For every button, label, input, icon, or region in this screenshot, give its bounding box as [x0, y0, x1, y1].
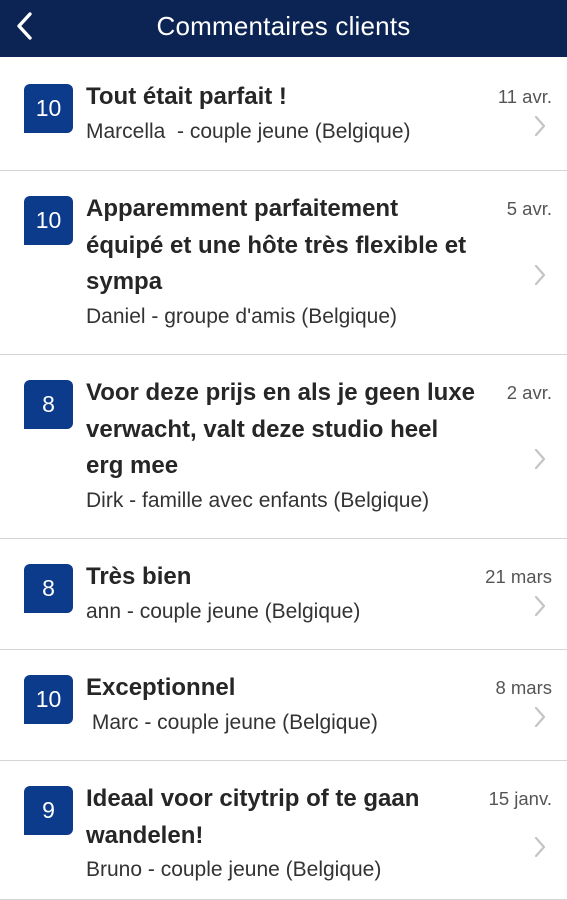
review-date: 8 mars [495, 677, 552, 698]
review-row[interactable]: 8 Très bien ann - couple jeune (Belgique… [0, 539, 567, 650]
chevron-right-icon [534, 836, 546, 858]
back-button[interactable] [8, 6, 40, 46]
score-badge: 9 [24, 786, 73, 835]
score-badge: 8 [24, 564, 73, 613]
review-row[interactable]: 10 Tout était parfait ! Marcella - coupl… [0, 57, 567, 171]
review-author: Daniel - groupe d'amis (Belgique) [86, 304, 398, 328]
review-content: Tout était parfait ! Marcella - couple j… [86, 79, 479, 147]
review-author: Bruno - couple jeune (Belgique) [86, 858, 382, 881]
chevron-right-icon [534, 595, 546, 617]
review-title: Très bien [86, 563, 192, 590]
review-title: Ideaal voor citytrip of te gaan wandelen… [86, 785, 420, 849]
review-title: Tout était parfait ! [86, 83, 287, 110]
review-date: 15 janv. [488, 788, 552, 809]
chevron-right-icon [534, 115, 546, 137]
chevron-right-icon [534, 706, 546, 728]
review-title: Voor deze prijs en als je geen luxe verw… [86, 379, 476, 479]
review-row[interactable]: 10 Apparemment parfaitement équipé et un… [0, 171, 567, 355]
score-badge: 10 [24, 84, 73, 133]
review-row[interactable]: 9 Ideaal voor citytrip of te gaan wandel… [0, 761, 567, 900]
chevron-left-icon [17, 12, 32, 40]
review-author: Dirk - famille avec enfants (Belgique) [86, 488, 430, 512]
review-content: Exceptionnel Marc - couple jeune (Belgiq… [86, 670, 479, 738]
review-content: Très bien ann - couple jeune (Belgique) [86, 559, 479, 627]
score-badge: 10 [24, 196, 73, 245]
chevron-right-icon [534, 448, 546, 470]
review-date: 21 mars [485, 566, 552, 587]
review-date: 11 avr. [497, 86, 552, 107]
review-content: Voor deze prijs en als je geen luxe verw… [86, 375, 479, 516]
page-title: Commentaires clients [156, 11, 411, 41]
score-badge: 8 [24, 380, 73, 429]
score-badge: 10 [24, 675, 73, 724]
review-author: ann - couple jeune (Belgique) [86, 599, 361, 623]
review-date: 2 avr. [506, 382, 552, 403]
review-author: Marc - couple jeune (Belgique) [86, 710, 378, 734]
review-author: Marcella - couple jeune (Belgique) [86, 119, 411, 143]
review-content: Apparemment parfaitement équipé et une h… [86, 191, 479, 332]
app-header: Commentaires clients [0, 0, 567, 57]
review-content: Ideaal voor citytrip of te gaan wandelen… [86, 781, 479, 885]
review-date: 5 avr. [506, 198, 552, 219]
review-row[interactable]: 8 Voor deze prijs en als je geen luxe ve… [0, 355, 567, 539]
chevron-right-icon [534, 264, 546, 286]
reviews-list: 10 Tout était parfait ! Marcella - coupl… [0, 57, 567, 900]
review-row[interactable]: 10 Exceptionnel Marc - couple jeune (Bel… [0, 650, 567, 761]
review-title: Apparemment parfaitement équipé et une h… [86, 195, 467, 295]
review-title: Exceptionnel [86, 674, 236, 701]
